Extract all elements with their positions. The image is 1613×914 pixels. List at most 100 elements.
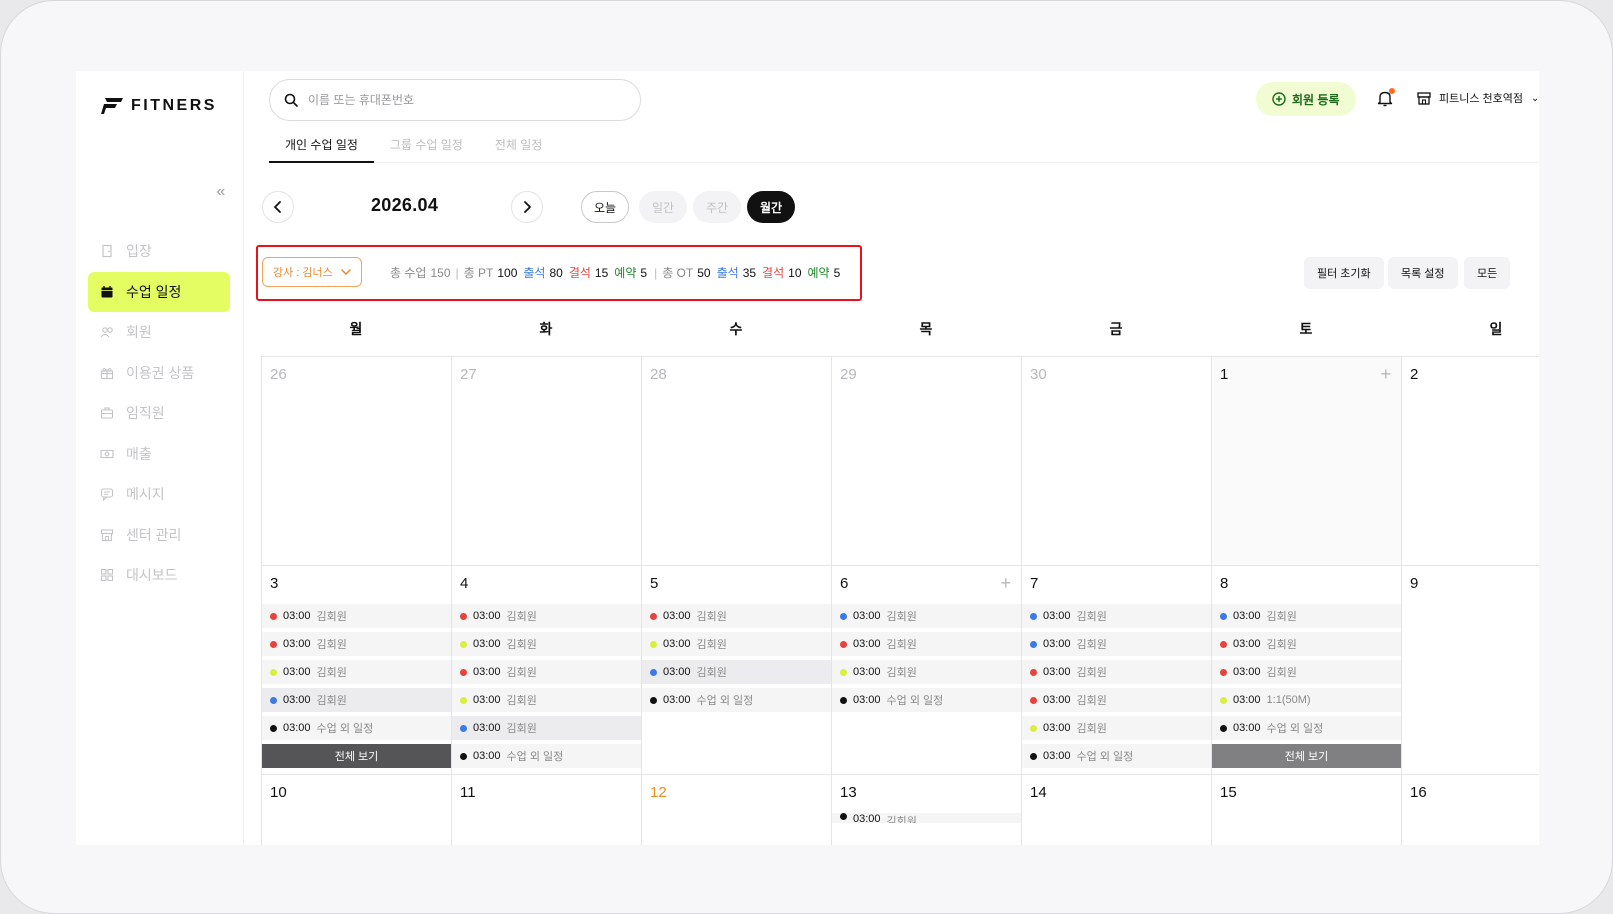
schedule-event[interactable]: 03:00 김회원 (262, 660, 451, 684)
schedule-event[interactable]: 03:00 김회원 (1022, 660, 1211, 684)
calendar-day-cell[interactable]: 4 03:00 김회원 03:00 김회원 03:00 김회원 03:00 김회원 03:00 김회… (451, 565, 641, 774)
event-member-name: 김회원 (886, 816, 917, 823)
schedule-event[interactable]: 03:00 김회원 (262, 604, 451, 628)
schedule-event[interactable]: 03:00 수업 외 일정 (452, 744, 641, 768)
tab-2[interactable]: 전체 일정 (479, 131, 559, 163)
calendar-day-cell[interactable]: 1 + (1211, 356, 1401, 565)
schedule-event[interactable]: 03:00 김회원 (642, 660, 831, 684)
sidebar-item-label: 대시보드 (126, 567, 178, 583)
calendar-day-cell[interactable]: 9 (1401, 565, 1539, 774)
calendar-day-cell[interactable]: 12 (641, 774, 831, 845)
view-monthly-button[interactable]: 월간 (747, 191, 795, 223)
calendar-day-cell[interactable]: 28 (641, 356, 831, 565)
search-input[interactable] (308, 93, 608, 107)
schedule-event[interactable]: 03:00 김회원 (1022, 604, 1211, 628)
view-all-button[interactable]: 전체 보기 (262, 744, 451, 768)
event-member-name: 1:1(50M) (1266, 694, 1311, 706)
sidebar-item-calendar[interactable]: 수업 일정 (88, 271, 230, 312)
sidebar-item-briefcase[interactable]: 임직원 (88, 393, 230, 433)
schedule-event[interactable]: 03:00 김회원 (1212, 660, 1401, 684)
sidebar-nav: 입장수업 일정 회원 이용권 상품 임직원 매출 메시지 센터 관리대시보드 (88, 231, 230, 596)
schedule-event[interactable]: 03:00 김회원 (832, 632, 1021, 656)
reset-filter-button[interactable]: 필터 초기화 (1304, 257, 1384, 289)
calendar-day-cell[interactable]: 27 (451, 356, 641, 565)
all-button[interactable]: 모든 (1464, 257, 1511, 289)
calendar-day-cell[interactable]: 3 03:00 김회원 03:00 김회원 03:00 김회원 03:00 김회원 03:00 수업… (261, 565, 451, 774)
schedule-event[interactable]: 03:00 김회원 (1212, 604, 1401, 628)
calendar-day-cell[interactable]: 16 (1401, 774, 1539, 845)
sidebar-item-gift[interactable]: 이용권 상품 (88, 353, 230, 393)
collapse-sidebar-icon[interactable]: « (212, 183, 230, 201)
pt-absent-value: 15 (594, 265, 609, 280)
sidebar-item-label: 입장 (126, 243, 152, 259)
schedule-event[interactable]: 03:00 김회원 (452, 660, 641, 684)
register-member-button[interactable]: 회원 등록 (1256, 82, 1356, 116)
event-status-dot (1220, 668, 1227, 676)
view-weekly-button[interactable]: 주간 (693, 191, 741, 223)
teacher-filter-dropdown[interactable]: 강사 : 김너스 (262, 257, 362, 287)
calendar-day-cell[interactable]: 14 (1021, 774, 1211, 845)
calendar-day-cell[interactable]: 29 (831, 356, 1021, 565)
next-month-button[interactable] (511, 191, 543, 223)
schedule-event[interactable]: 03:00 김회원 (642, 632, 831, 656)
sidebar-item-cash[interactable]: 매출 (88, 434, 230, 474)
calendar-day-cell[interactable]: 11 (451, 774, 641, 845)
schedule-event[interactable]: 03:00 김회원 (1022, 716, 1211, 740)
day-number: 28 (650, 366, 667, 383)
sidebar-item-users[interactable]: 회원 (88, 312, 230, 352)
schedule-event[interactable]: 03:00 수업 외 일정 (642, 688, 831, 712)
schedule-event[interactable]: 03:00 김회원 (1212, 632, 1401, 656)
schedule-event[interactable]: 03:00 1:1(50M) (1212, 688, 1401, 712)
calendar-day-cell[interactable]: 26 (261, 356, 451, 565)
today-button[interactable]: 오늘 (581, 191, 629, 223)
calendar-day-cell[interactable]: 2 (1401, 356, 1539, 565)
event-status-dot (1220, 696, 1227, 704)
calendar-day-cell[interactable]: 6 +03:00 김회원 03:00 김회원 03:00 김회원 03:00 수업 외 일정 (831, 565, 1021, 774)
search-box[interactable] (269, 79, 641, 121)
schedule-event[interactable]: 03:00 수업 외 일정 (1212, 716, 1401, 740)
view-all-button[interactable]: 전체 보기 (1212, 744, 1401, 768)
logo[interactable]: FITNERS (101, 97, 217, 115)
schedule-event[interactable]: 03:00 김회원 (262, 688, 451, 712)
tab-0[interactable]: 개인 수업 일정 (269, 131, 374, 163)
schedule-event[interactable]: 03:00 수업 외 일정 (832, 688, 1021, 712)
calendar-day-cell[interactable]: 10 (261, 774, 451, 845)
calendar-day-cell[interactable]: 8 03:00 김회원 03:00 김회원 03:00 김회원 03:00 1:1(50M) 03… (1211, 565, 1401, 774)
schedule-event[interactable]: 03:00 김회원 (832, 604, 1021, 628)
store-selector[interactable]: 피트니스 천호역점 ⌄ (1417, 90, 1539, 106)
event-member-name: 김회원 (696, 611, 727, 623)
schedule-event[interactable]: 03:00 수업 외 일정 (1022, 744, 1211, 768)
schedule-event[interactable]: 03:00 김회원 (452, 716, 641, 740)
tab-1[interactable]: 그룹 수업 일정 (374, 131, 479, 163)
view-daily-button[interactable]: 일간 (639, 191, 687, 223)
schedule-event[interactable]: 03:00 수업 외 일정 (262, 716, 451, 740)
add-schedule-icon[interactable]: + (1380, 364, 1391, 385)
calendar-day-cell[interactable]: 30 (1021, 356, 1211, 565)
schedule-event[interactable]: 03:00 김회원 (452, 604, 641, 628)
calendar-day-cell[interactable]: 7 03:00 김회원 03:00 김회원 03:00 김회원 03:00 김회원 03:00 김회… (1021, 565, 1211, 774)
schedule-event[interactable]: 03:00 김회원 (452, 632, 641, 656)
total-class-value: 150 (430, 265, 451, 280)
day-number: 29 (840, 366, 857, 383)
sidebar-item-store[interactable]: 센터 관리 (88, 515, 230, 555)
list-settings-button[interactable]: 목록 설정 (1388, 257, 1458, 289)
schedule-event[interactable]: 03:00 김회원 (1022, 632, 1211, 656)
event-member-name: 김회원 (1076, 723, 1107, 735)
schedule-event[interactable]: 03:00 김회원 (262, 632, 451, 656)
calendar-day-cell[interactable]: 15 (1211, 774, 1401, 845)
schedule-event[interactable]: 03:00 김회원 (1022, 688, 1211, 712)
calendar-day-cell[interactable]: 5 03:00 김회원 03:00 김회원 03:00 김회원 03:00 수업 외 일정 (641, 565, 831, 774)
sidebar-item-dashboard[interactable]: 대시보드 (88, 555, 230, 595)
calendar-day-cell[interactable]: 13 03:00 김회원 (831, 774, 1021, 845)
schedule-event[interactable]: 03:00 김회원 (832, 660, 1021, 684)
prev-month-button[interactable] (262, 191, 294, 223)
sidebar-item-door[interactable]: 입장 (88, 231, 230, 271)
add-schedule-icon[interactable]: + (1000, 573, 1011, 594)
schedule-event[interactable]: 03:00 김회원 (452, 688, 641, 712)
day-number: 11 (460, 784, 476, 801)
sidebar-item-message[interactable]: 메시지 (88, 474, 230, 514)
event-member-name: 김회원 (1266, 639, 1297, 651)
schedule-event[interactable]: 03:00 김회원 (832, 813, 1021, 823)
notification-bell[interactable] (1376, 88, 1396, 109)
schedule-event[interactable]: 03:00 김회원 (642, 604, 831, 628)
